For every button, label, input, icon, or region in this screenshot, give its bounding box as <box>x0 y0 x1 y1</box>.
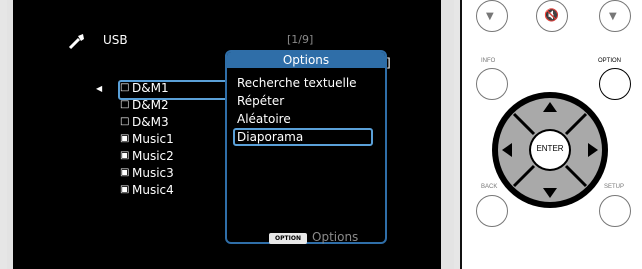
channel-down-button[interactable]: ▼ <box>476 0 508 32</box>
list-item[interactable]: □ D&M2 <box>120 96 174 113</box>
setup-label: SETUP <box>604 184 625 190</box>
menu-item-random[interactable]: Aléatoire <box>237 110 385 128</box>
list-item[interactable]: ▣ Music1 <box>120 130 174 147</box>
source-label: USB <box>103 33 128 47</box>
options-popup: Options Recherche textuelle Répéter Aléa… <box>225 50 387 244</box>
remote-panel: ▼ 🔇 ▼ INFO OPTION ENTER BACK SETUP <box>462 0 642 269</box>
music-file-icon: ▣ <box>120 167 130 178</box>
music-file-icon: ▣ <box>120 133 130 144</box>
music-file-icon: ▣ <box>120 184 130 195</box>
menu-item-repeat[interactable]: Répéter <box>237 92 385 110</box>
usb-icon <box>68 34 84 50</box>
back-button[interactable] <box>476 195 508 227</box>
list-item[interactable]: ▣ Music3 <box>120 164 174 181</box>
back-label: BACK <box>481 184 498 190</box>
folder-icon: □ <box>120 82 130 93</box>
setup-button[interactable] <box>599 195 631 227</box>
triangle-down-icon: ▼ <box>609 11 617 22</box>
page-indicator: [1/9] <box>287 33 314 46</box>
list-item[interactable]: ▣ Music4 <box>120 181 174 198</box>
mute-icon: 🔇 <box>544 8 559 22</box>
folder-icon: □ <box>120 99 130 110</box>
folder-icon: □ <box>120 116 130 127</box>
menu-item-text-search[interactable]: Recherche textuelle <box>237 74 385 92</box>
mute-button[interactable]: 🔇 <box>536 0 568 32</box>
triangle-down-icon: ▼ <box>486 11 494 22</box>
list-item[interactable]: ▣ Music2 <box>120 147 174 164</box>
popup-menu: Recherche textuelle Répéter Aléatoire Di… <box>227 74 385 146</box>
cursor-arrow-icon: ◀ <box>96 84 103 93</box>
menu-item-slideshow[interactable]: Diaporama <box>233 128 373 146</box>
option-hint-label: Options <box>312 230 359 244</box>
info-label: INFO <box>481 58 496 64</box>
popup-title: Options <box>227 52 385 68</box>
list-item[interactable]: □ D&M1 <box>120 79 174 96</box>
volume-down-button[interactable]: ▼ <box>599 0 631 32</box>
file-list: □ D&M1 □ D&M2 □ D&M3 ▣ Music1 ▣ Music2 ▣ Music… <box>120 79 174 198</box>
option-label: OPTION <box>598 58 622 64</box>
enter-button-label[interactable]: ENTER <box>532 144 568 153</box>
music-file-icon: ▣ <box>120 150 130 161</box>
list-item[interactable]: □ D&M3 <box>120 113 174 130</box>
option-key-badge: OPTION <box>269 233 307 244</box>
